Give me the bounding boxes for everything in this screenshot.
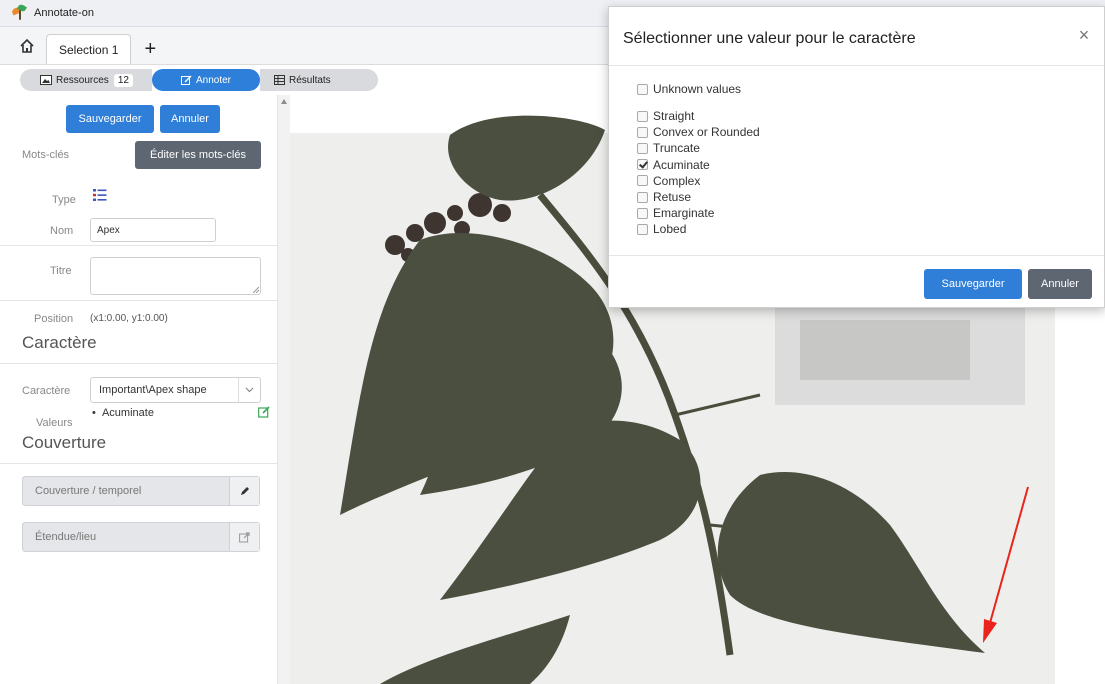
option-label: Truncate (653, 141, 700, 156)
name-input[interactable]: Apex (90, 218, 216, 242)
coverage-temporal-field[interactable]: Couverture / temporel (22, 476, 260, 506)
edit-square-icon (258, 406, 270, 418)
option-label: Convex or Rounded (653, 125, 760, 140)
home-icon (20, 38, 34, 53)
petiole (674, 393, 761, 417)
checkbox-icon (637, 223, 648, 235)
unknown-values-label: Unknown values (653, 82, 742, 96)
tabs-row: Selection 1 + (0, 27, 610, 65)
image-icon (40, 75, 52, 85)
resources-label: Ressources (56, 74, 109, 86)
character-label: Caractère (22, 385, 71, 397)
position-value: (x1:0.00, y1:0.00) (90, 313, 168, 324)
dialog-header-divider (609, 65, 1104, 66)
checked-checkbox-icon (637, 159, 648, 171)
option-label: Straight (653, 109, 695, 123)
close-icon[interactable]: × (1074, 25, 1094, 45)
tab-selection-1[interactable]: Selection 1 (46, 34, 132, 64)
value-list-item: • Acuminate (92, 407, 154, 419)
edit-values-button[interactable] (258, 406, 270, 421)
save-button[interactable]: Sauvegarder (66, 105, 154, 133)
external-link-icon (239, 531, 250, 542)
resources-tab[interactable]: Ressources 12 (20, 69, 152, 91)
character-select-value: Important\Apex shape (99, 384, 207, 396)
checkbox-icon (637, 207, 648, 219)
annotation-panel: Sauvegarder Annuler Mots-clés Éditer les… (0, 95, 278, 684)
dialog-save-button[interactable]: Sauvegarder (924, 269, 1022, 299)
resources-count-badge: 12 (113, 73, 133, 87)
mode-switcher: Ressources 12 Annoter Résultats (0, 65, 610, 95)
envelope-content (800, 320, 970, 380)
divider (0, 300, 278, 301)
title-textarea[interactable] (90, 257, 261, 295)
pencil-icon (240, 487, 249, 495)
option-label: Retuse (653, 190, 692, 204)
position-label: Position (34, 313, 74, 325)
results-tab[interactable]: Résultats (260, 69, 378, 91)
app-logo-icon (11, 3, 28, 21)
list-type-icon (93, 188, 107, 205)
app-title: Annotate-on (34, 7, 94, 19)
option-checkbox[interactable]: Acuminate (637, 157, 710, 173)
checkbox-icon (637, 191, 648, 203)
table-icon (274, 75, 285, 85)
checkbox-icon (637, 142, 648, 154)
option-label: Lobed (653, 222, 687, 237)
coverage-temporal-edit-button[interactable] (229, 477, 259, 505)
option-checkbox[interactable]: Straight (637, 108, 694, 124)
character-section-title: Caractère (22, 333, 97, 352)
option-checkbox[interactable]: Complex (637, 173, 700, 189)
dialog-footer-divider (609, 255, 1104, 256)
annotate-label: Annoter (195, 74, 232, 86)
panel-scrollbar[interactable] (278, 95, 290, 684)
edit-icon (180, 74, 192, 86)
value-text: Acuminate (101, 407, 154, 419)
scroll-up-arrow-icon[interactable] (281, 99, 287, 104)
option-label: Complex (653, 173, 701, 188)
character-select[interactable]: Important\Apex shape (90, 377, 261, 403)
dialog-title: Sélectionner une valeur pour le caractèr… (623, 30, 916, 47)
coverage-temporal-label: Couverture / temporel (35, 485, 142, 497)
unknown-values-checkbox[interactable]: Unknown values (637, 81, 741, 97)
divider (0, 463, 278, 464)
checkbox-icon (637, 83, 648, 95)
option-checkbox[interactable]: Emarginate (637, 205, 714, 221)
divider (0, 245, 278, 246)
resize-handle-icon[interactable] (252, 286, 259, 293)
checkbox-icon (637, 126, 648, 138)
values-label: Valeurs (36, 417, 73, 429)
annotation-arrow (989, 486, 1029, 624)
extent-place-open-button[interactable] (229, 523, 259, 551)
edit-keywords-button[interactable]: Éditer les mots-clés (135, 141, 261, 169)
option-checkbox[interactable]: Truncate (637, 140, 700, 156)
option-label: Acuminate (653, 157, 710, 172)
title-label: Titre (50, 265, 72, 277)
extent-place-label: Étendue/lieu (35, 531, 97, 543)
add-tab-button[interactable]: + (135, 34, 165, 64)
checkbox-icon (637, 175, 648, 187)
option-checkbox[interactable]: Convex or Rounded (637, 124, 760, 140)
checkbox-icon (637, 110, 648, 122)
cancel-button[interactable]: Annuler (160, 105, 220, 133)
name-label: Nom (50, 225, 74, 237)
type-label: Type (52, 194, 76, 206)
arrow-head-icon (983, 619, 997, 643)
dialog-cancel-button[interactable]: Annuler (1028, 269, 1092, 299)
option-checkbox[interactable]: Lobed (637, 221, 686, 237)
annotate-tab[interactable]: Annoter (152, 69, 260, 91)
option-checkbox[interactable]: Retuse (637, 189, 691, 205)
character-value-dialog: Sélectionner une valeur pour le caractèr… (608, 6, 1105, 308)
home-button[interactable] (14, 31, 40, 61)
divider (0, 363, 278, 364)
extent-place-field[interactable]: Étendue/lieu (22, 522, 260, 552)
coverage-section-title: Couverture (22, 433, 107, 452)
option-label: Emarginate (653, 206, 715, 221)
results-label: Résultats (289, 74, 331, 86)
keywords-label: Mots-clés (22, 149, 70, 161)
chevron-down-icon (238, 378, 260, 402)
